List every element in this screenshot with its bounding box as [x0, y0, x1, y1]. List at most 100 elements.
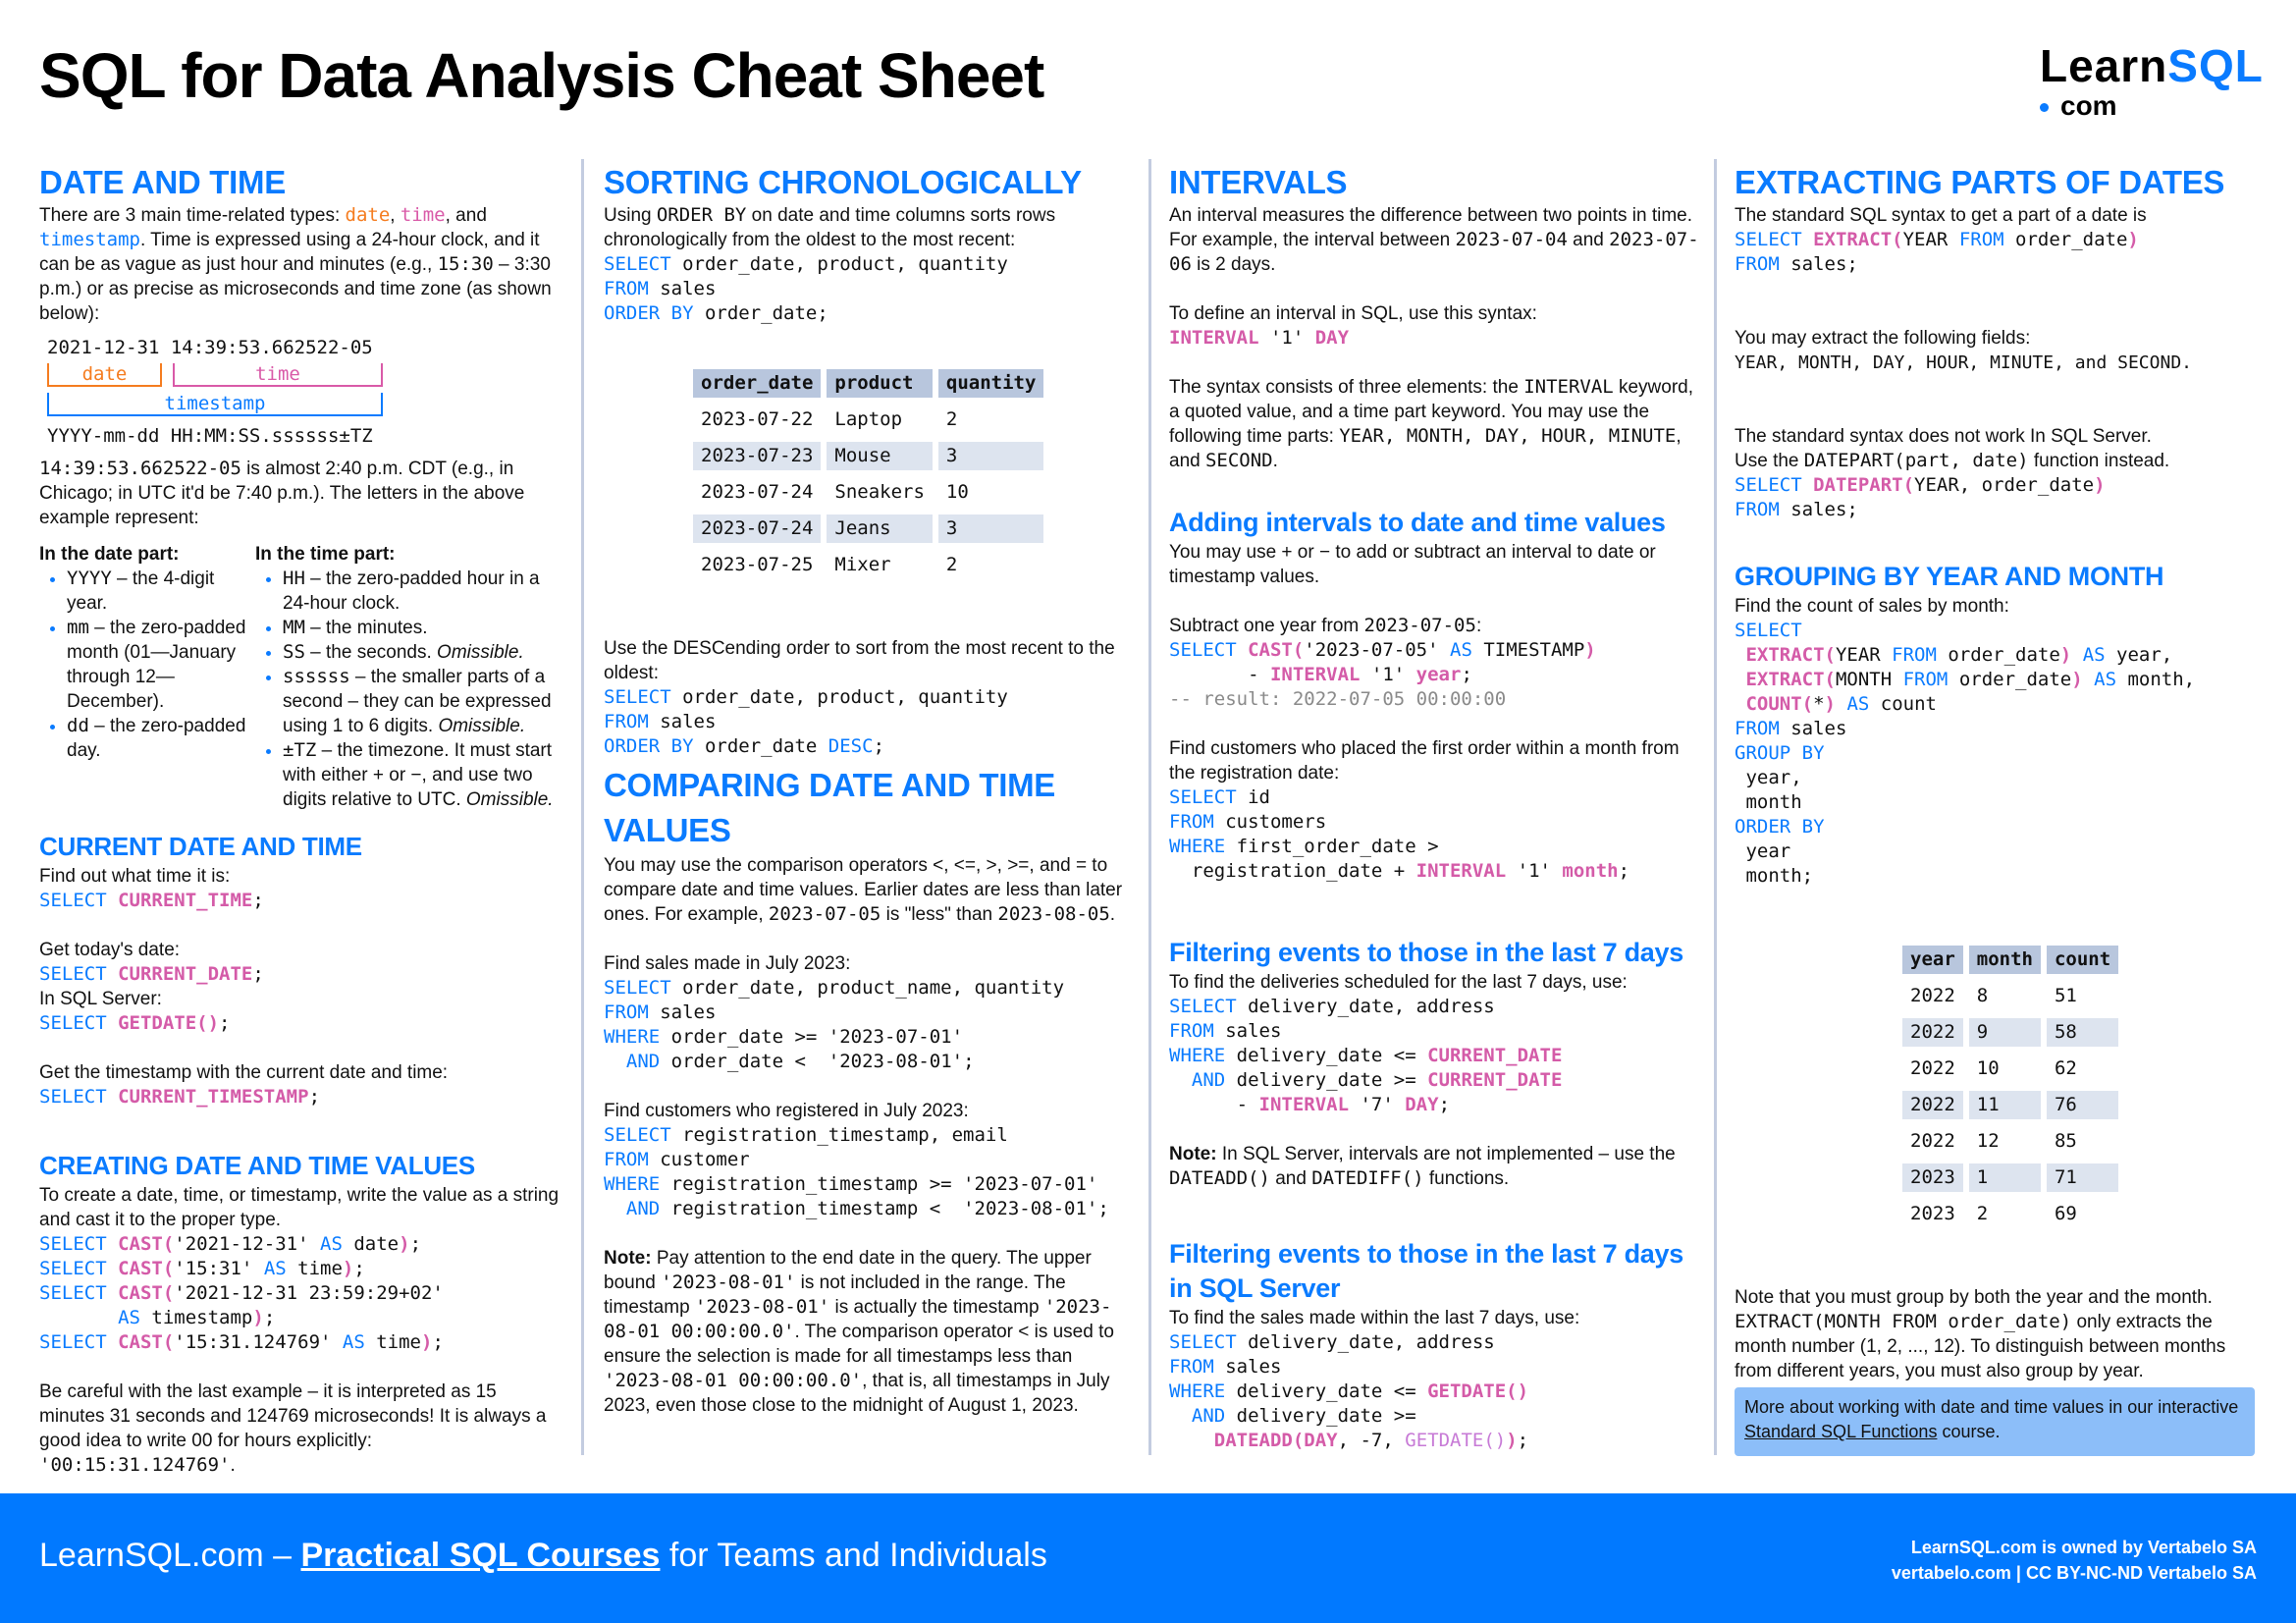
text: Note that you must group by both the yea…: [1735, 1287, 2213, 1308]
code-inline: DATEPART(part, date): [1803, 450, 2029, 471]
text: Use the DESCending order to sort from th…: [604, 638, 1115, 683]
emphasis: Omissible.: [465, 789, 554, 810]
column-header: count: [2046, 946, 2119, 974]
bracket-time: time: [173, 363, 383, 387]
table-cell: 2: [1976, 1203, 1989, 1224]
list-item: HH – the zero-padded hour in a 24-hour c…: [283, 567, 564, 616]
table-cell: Mixer: [834, 554, 891, 575]
column-divider: [581, 159, 584, 1455]
code-inline: '00:15:31.124769': [39, 1454, 231, 1476]
table-row: 2023 2 69: [1902, 1200, 2118, 1228]
code-block: SELECT DATEPART(YEAR, order_date) FROM s…: [1735, 474, 2106, 520]
bracket-date: date: [47, 363, 162, 387]
section-comparing: COMPARING DATE AND TIME VALUES You may u…: [604, 763, 1134, 1418]
column-divider: [1714, 159, 1717, 1455]
text: To find the deliveries scheduled for the…: [1169, 972, 1628, 993]
table-cell: 2023: [1910, 1203, 1955, 1224]
column-header: product: [827, 369, 933, 398]
code: '1': [1258, 327, 1315, 349]
logo-sql: SQL: [2167, 40, 2264, 91]
code: ;: [308, 1086, 321, 1108]
text: Be careful with the last example – it is…: [39, 1381, 547, 1451]
table-cell: 2022: [1910, 1130, 1955, 1152]
text: ,: [390, 205, 400, 226]
text: You may use the comparison operators <, …: [604, 853, 1134, 927]
table-cell: Mouse: [827, 442, 933, 470]
column-header: month: [1968, 946, 2041, 974]
code-block: SELECT CAST('2023-07-05' AS TIMESTAMP) -…: [1169, 639, 1596, 710]
section-heading: CREATING DATE AND TIME VALUES: [39, 1151, 475, 1180]
text: Find customers who registered in July 20…: [604, 1101, 969, 1121]
date-time-intro: There are 3 main time-related types: dat…: [39, 203, 564, 326]
date-part-list: In the date part: YYYY – the 4-digit yea…: [39, 542, 255, 812]
code-inline: 2023-08-05: [997, 903, 1110, 925]
table-row: 2023-07-23 Mouse 3: [693, 442, 1044, 470]
code-inline: DATEDIFF(): [1311, 1167, 1424, 1189]
function: CURRENT_TIME: [118, 890, 253, 911]
text: – the zero-padded month (01—January thro…: [67, 618, 246, 712]
page-title: SQL for Data Analysis Cheat Sheet: [39, 40, 1044, 111]
text: Find customers who placed the first orde…: [1169, 738, 1680, 784]
code-inline: EXTRACT(MONTH FROM order_date): [1735, 1311, 2072, 1332]
time-part-list: In the time part: HH – the zero-padded h…: [255, 542, 564, 812]
text: course.: [1937, 1422, 2001, 1441]
table-header-row: year month count: [1902, 946, 2119, 974]
text: Subtract one year from: [1169, 616, 1364, 636]
section-filtering-7-days: Filtering events to those in the last 7 …: [1169, 936, 1699, 1191]
diagram-example: 2021-12-31 14:39:53.662522-05: [47, 337, 373, 358]
note-label: Note:: [604, 1248, 652, 1269]
text: Using: [604, 205, 657, 226]
code-inline: HH: [283, 568, 305, 589]
table-cell: Jeans: [827, 514, 933, 543]
text: function instead.: [2028, 451, 2170, 471]
text: In SQL Server:: [39, 989, 162, 1009]
text: Get the timestamp with the current date …: [39, 1062, 449, 1083]
text: .: [1272, 451, 1278, 471]
text: Find out what time it is:: [39, 866, 231, 887]
text: Using ORDER BY on date and time columns …: [604, 203, 1134, 252]
column-4: EXTRACTING PARTS OF DATES The standard S…: [1735, 162, 2265, 1381]
grouped-table: year month count 2022 8 51 2022 9 58 2022 10 62 202…: [1896, 938, 2124, 1236]
code-inline: DATEADD(): [1169, 1167, 1270, 1189]
note: Note: Pay attention to the end date in t…: [604, 1246, 1134, 1418]
column-1: DATE AND TIME There are 3 main time-rela…: [39, 162, 564, 1476]
table-cell: 51: [2054, 985, 2077, 1006]
note: Note: In SQL Server, intervals are not i…: [1169, 1142, 1699, 1191]
footer: LearnSQL.com – Practical SQL Courses for…: [0, 1493, 2296, 1623]
section-date-and-time: DATE AND TIME There are 3 main time-rela…: [39, 162, 564, 812]
table-cell: 11: [1968, 1091, 2041, 1119]
course-link[interactable]: Standard SQL Functions: [1744, 1422, 1937, 1441]
emphasis: Omissible.: [438, 716, 526, 736]
text: You may extract the following fields:: [1735, 328, 2031, 349]
type-date: date: [345, 204, 391, 226]
table-cell: 2023: [1902, 1163, 1963, 1192]
list-item: MM – the minutes.: [283, 616, 564, 640]
text: The standard syntax does not work In SQL…: [1735, 426, 2152, 447]
text: Find the count of sales by month:: [1735, 596, 2009, 617]
code-block: SELECT id FROM customers WHERE first_ord…: [1169, 786, 1630, 882]
text: – the zero-padded hour in a 24-hour cloc…: [283, 568, 540, 614]
text: To define an interval in SQL, use this s…: [1169, 303, 1537, 324]
code-inline: dd: [67, 715, 89, 736]
table-cell: 58: [2046, 1018, 2119, 1047]
table-cell: Sneakers: [834, 481, 925, 503]
section-heading: INTERVALS: [1169, 164, 1348, 200]
table-row: 2023-07-22 Laptop 2: [693, 406, 1043, 434]
text: Use the DATEPART(part, date) function in…: [1735, 449, 2265, 473]
table-cell: 3: [937, 514, 1044, 543]
text: You may use + or − to add or subtract an…: [1169, 542, 1656, 587]
table-cell: 2022: [1902, 1091, 1963, 1119]
table-row: 2022 8 51: [1902, 982, 2118, 1010]
section-heading: SORTING CHRONOLOGICALLY: [604, 164, 1082, 200]
function: CURRENT_TIMESTAMP: [118, 1086, 309, 1108]
table-cell: 2023-07-25: [701, 554, 814, 575]
timestamp-diagram: 2021-12-31 14:39:53.662522-05 date time …: [47, 336, 400, 449]
courses-link[interactable]: Practical SQL Courses: [300, 1537, 660, 1574]
table-cell: 2: [945, 554, 958, 575]
license-text: vertabelo.com | CC BY-NC-ND Vertabelo SA: [1891, 1563, 2257, 1583]
text: :: [1475, 616, 1482, 636]
section-creating-values: CREATING DATE AND TIME VALUES To create …: [39, 1149, 564, 1478]
code-block: SELECT delivery_date, address FROM sales…: [1169, 996, 1563, 1115]
learnsql-logo[interactable]: LearnSQL com: [2040, 39, 2275, 121]
table-cell: 2023-07-23: [693, 442, 822, 470]
